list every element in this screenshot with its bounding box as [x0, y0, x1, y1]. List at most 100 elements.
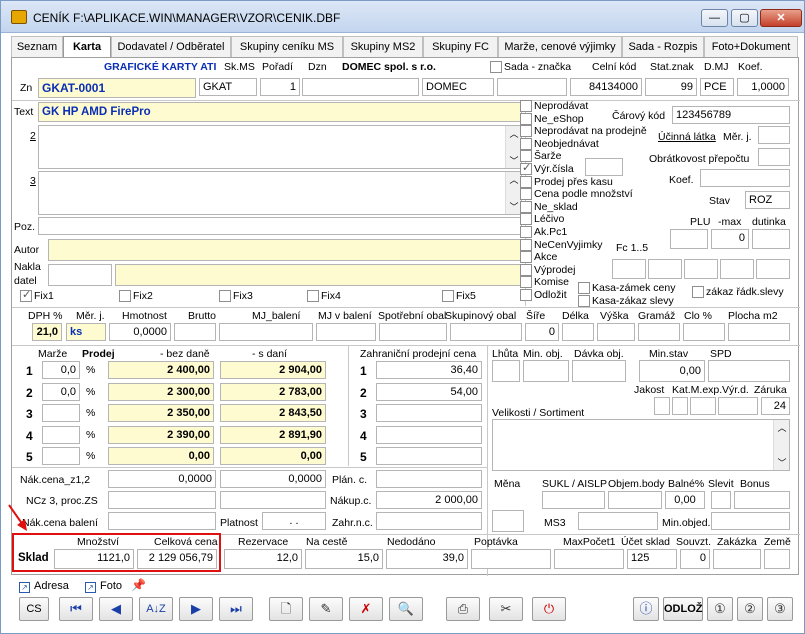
close-button[interactable]: ✕ — [760, 9, 802, 27]
tool-2-icon[interactable]: ② — [737, 597, 763, 621]
zahranicni-price-field[interactable] — [376, 404, 482, 422]
fc2-field[interactable] — [648, 259, 682, 279]
stat-znak-field[interactable]: 99 — [645, 78, 697, 96]
plocha-field[interactable] — [728, 323, 790, 341]
mj-v-baleni-field[interactable] — [316, 323, 376, 341]
search-icon[interactable]: 🔍 — [389, 597, 423, 621]
tab-karta[interactable]: Karta — [63, 36, 111, 58]
scroll-down-icon[interactable]: ﹀ — [774, 456, 790, 469]
marze-field[interactable] — [42, 425, 80, 444]
flag-checkbox[interactable] — [520, 289, 532, 301]
power-icon[interactable]: ⏻ — [532, 597, 566, 621]
flag-checkbox[interactable] — [520, 276, 532, 289]
plan-c-field[interactable] — [376, 470, 482, 488]
delete-icon[interactable]: ✗ — [349, 597, 383, 621]
price-s-dani-field[interactable]: 2 904,00 — [220, 361, 326, 379]
lhuta-field[interactable] — [492, 360, 520, 382]
tab-skupiny-fc[interactable]: Skupiny FC — [423, 36, 498, 57]
objem-body-field[interactable] — [608, 491, 662, 509]
slevit-field[interactable] — [711, 491, 731, 509]
text-line2-area[interactable]: ︿ ﹀ — [38, 125, 522, 169]
souvzt-field[interactable]: 0 — [680, 549, 710, 569]
tool-3-icon[interactable]: ③ — [767, 597, 793, 621]
poz-field[interactable] — [38, 217, 522, 235]
sada-znacka-checkbox[interactable] — [490, 61, 502, 73]
ucinna-latka-link[interactable]: Účinná látka — [658, 131, 716, 143]
tab-seznam[interactable]: Seznam — [11, 36, 63, 57]
flag-checkbox[interactable] — [520, 175, 532, 188]
velikosti-scrollbar[interactable]: ︿ ﹀ — [773, 420, 789, 470]
tools-icon[interactable]: ✂ — [489, 597, 523, 621]
platnost-field[interactable]: . . — [262, 512, 326, 530]
skupinovy-obal-field[interactable] — [450, 323, 522, 341]
next-record-icon[interactable]: ▶ — [179, 597, 213, 621]
text-line1-field[interactable]: GK HP AMD FirePro — [38, 102, 522, 122]
text-line3-area[interactable]: ︿ ﹀ — [38, 171, 522, 215]
tab-marze-cenove-vyjimky[interactable]: Marže, cenové výjimky — [498, 36, 622, 57]
zakazka-field[interactable] — [713, 549, 761, 569]
fc3-field[interactable] — [684, 259, 718, 279]
clo-field[interactable] — [683, 323, 725, 341]
gramaz-field[interactable] — [638, 323, 680, 341]
min-objed-field[interactable] — [711, 512, 790, 530]
celni-kod-field[interactable]: 84134000 — [570, 78, 642, 96]
nak-cena-2-field[interactable]: 0,0000 — [220, 470, 326, 488]
skms-field[interactable]: GKAT — [199, 78, 257, 96]
sort-az-icon[interactable]: A↓Z — [139, 597, 173, 621]
tool-1-icon[interactable]: ① — [707, 597, 733, 621]
dutinka-field[interactable] — [752, 229, 790, 249]
print-icon[interactable]: ⎙ — [446, 597, 480, 621]
zahranicni-price-field[interactable]: 36,40 — [376, 361, 482, 379]
tab-skupiny-ms2[interactable]: Skupiny MS2 — [343, 36, 423, 57]
odloz-button[interactable]: ODLOŽ — [663, 597, 703, 621]
price-bez-dane-field[interactable]: 0,00 — [108, 447, 214, 465]
hmotnost-field[interactable]: 0,0000 — [109, 323, 171, 341]
vyr-cisla-field[interactable] — [585, 158, 623, 176]
vyska-field[interactable] — [597, 323, 635, 341]
maximize-button[interactable]: ▢ — [731, 9, 758, 27]
davka-obj-field[interactable] — [572, 360, 626, 382]
spotrebni-obal-field[interactable] — [379, 323, 447, 341]
mj-baleni-field[interactable] — [219, 323, 313, 341]
fix1-checkbox[interactable] — [20, 288, 32, 302]
new-document-icon[interactable]: 🗋 — [269, 597, 303, 621]
jakost-field[interactable] — [654, 397, 670, 415]
zahranicni-price-field[interactable] — [376, 425, 482, 444]
flag-checkbox[interactable] — [520, 137, 532, 150]
plu-field[interactable] — [670, 229, 708, 249]
sada-znacka-field[interactable] — [497, 78, 567, 96]
dzn-field[interactable] — [302, 78, 419, 96]
bonus-field[interactable] — [734, 491, 790, 509]
nak-cena-1-field[interactable]: 0,0000 — [108, 470, 216, 488]
poptavka-field[interactable] — [471, 549, 551, 569]
cs-button[interactable]: CS — [19, 597, 49, 621]
info-icon[interactable]: ⓘ — [633, 597, 659, 621]
delka-field[interactable] — [562, 323, 594, 341]
min-obj-field[interactable] — [523, 360, 569, 382]
adresa-link[interactable]: ↗ Adresa — [19, 580, 69, 593]
tab-dodavatel-odberatel[interactable]: Dodavatel / Odběratel — [111, 36, 231, 57]
maxpocet-field[interactable] — [554, 549, 624, 569]
balne-field[interactable]: 0,00 — [665, 491, 705, 509]
zahranicni-price-field[interactable]: 54,00 — [376, 382, 482, 401]
ucet-sklad-field[interactable]: 125 — [627, 549, 677, 569]
max-field[interactable]: 0 — [711, 229, 749, 249]
foto-link[interactable]: ↗ Foto — [85, 580, 122, 593]
price-bez-dane-field[interactable]: 2 300,00 — [108, 382, 214, 401]
koef-r-field[interactable] — [700, 169, 790, 187]
fix4-checkbox[interactable] — [307, 290, 319, 302]
flag-checkbox[interactable] — [520, 100, 532, 112]
flag-checkbox[interactable] — [520, 263, 532, 276]
nedodano-field[interactable]: 39,0 — [386, 549, 468, 569]
marze-field[interactable]: 0,0 — [42, 382, 80, 401]
spd-field[interactable] — [708, 360, 790, 382]
prev-record-icon[interactable]: ◀ — [99, 597, 133, 621]
price-s-dani-field[interactable]: 0,00 — [220, 447, 326, 465]
price-s-dani-field[interactable]: 2 783,00 — [220, 382, 326, 401]
kasa-zakaz-checkbox[interactable] — [578, 295, 590, 307]
supplier-code-field[interactable]: DOMEC — [422, 78, 494, 96]
flag-checkbox[interactable] — [520, 188, 532, 201]
nakladatel-name-field[interactable] — [115, 264, 522, 286]
fc1-field[interactable] — [612, 259, 646, 279]
obratkovost-field[interactable] — [758, 148, 790, 166]
